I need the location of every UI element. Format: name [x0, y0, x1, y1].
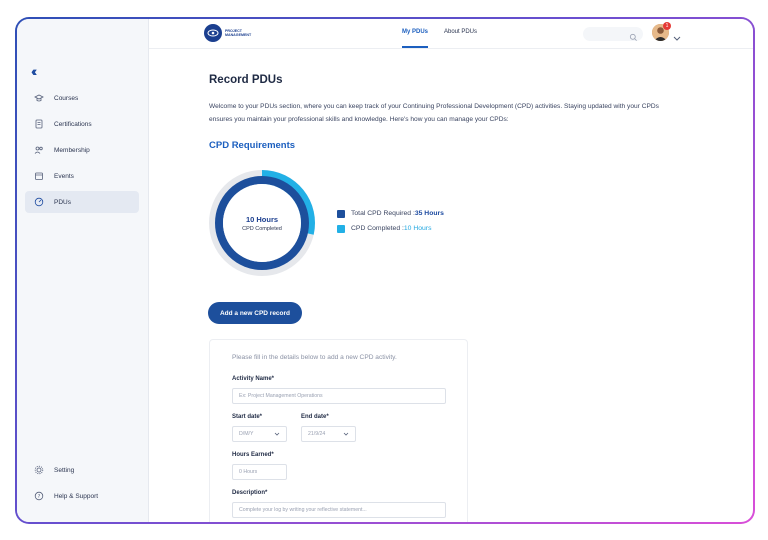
sidebar: ‹‹ Courses Certifications Membership Eve… — [17, 19, 149, 522]
logo[interactable]: PROJECT MANAGEMENT — [204, 24, 252, 42]
sidebar-item-label: Certifications — [54, 120, 92, 128]
hours-earned-label: Hours Earned* — [232, 452, 274, 458]
certificate-icon — [34, 119, 44, 129]
chevron-down-icon[interactable] — [673, 29, 681, 47]
svg-text:?: ? — [38, 494, 41, 500]
tab-my-pdus[interactable]: My PDUs — [402, 29, 428, 35]
add-cpd-record-button[interactable]: Add a new CPD record — [208, 302, 302, 324]
gauge-icon — [34, 197, 44, 207]
sidebar-item-label: Help & Support — [54, 492, 99, 500]
sidebar-item-events[interactable]: Events — [25, 165, 139, 187]
description-label: Description* — [232, 490, 268, 496]
logo-mark-icon — [204, 24, 222, 42]
legend-completed: CPD Completed : 10 Hours — [337, 221, 444, 236]
search-icon[interactable] — [629, 29, 638, 47]
logo-text: PROJECT MANAGEMENT — [225, 29, 252, 37]
activity-name-placeholder: Ex: Project Management Operations — [239, 393, 323, 399]
sidebar-item-label: Membership — [54, 146, 90, 154]
sidebar-item-setting[interactable]: Setting — [25, 459, 139, 481]
end-date-label: End date* — [301, 414, 329, 420]
calendar-icon — [34, 171, 44, 181]
start-date-label: Start date* — [232, 414, 263, 420]
hours-earned-placeholder: 0 Hours — [239, 469, 258, 475]
form-intro: Please fill in the details below to add … — [232, 354, 397, 361]
donut-center: 10 Hours CPD Completed — [207, 168, 317, 278]
tab-about-pdus[interactable]: About PDUs — [444, 29, 477, 35]
hours-earned-input[interactable]: 0 Hours — [232, 464, 287, 480]
activity-name-input[interactable]: Ex: Project Management Operations — [232, 388, 446, 404]
chart-legend: Total CPD Required : 35 Hours CPD Comple… — [337, 206, 444, 236]
top-bar: PROJECT MANAGEMENT My PDUs About PDUs 1 — [149, 19, 753, 49]
sidebar-item-membership[interactable]: Membership — [25, 139, 139, 161]
sidebar-item-pdus[interactable]: PDUs — [25, 191, 139, 213]
help-icon: ? — [34, 491, 44, 501]
end-date-value: 21/9/24 — [308, 431, 326, 437]
search-input[interactable] — [583, 27, 643, 41]
collapse-sidebar-icon[interactable]: ‹‹ — [31, 63, 38, 79]
sidebar-item-help[interactable]: ? Help & Support — [25, 485, 139, 507]
donut-label: CPD Completed — [242, 225, 282, 232]
sidebar-item-label: Setting — [54, 466, 75, 474]
sidebar-item-certifications[interactable]: Certifications — [25, 113, 139, 135]
activity-name-label: Activity Name* — [232, 376, 275, 382]
gear-icon — [34, 465, 44, 475]
description-input[interactable]: Complete your log by writing your reflec… — [232, 502, 446, 518]
sidebar-item-label: Events — [54, 172, 74, 180]
legend-swatch-total — [337, 209, 345, 218]
notification-badge: 1 — [663, 22, 671, 30]
chevron-down-icon — [343, 432, 349, 439]
legend-completed-value: 10 Hours — [403, 225, 432, 232]
legend-total-label: Total CPD Required : — [351, 210, 415, 217]
page-title: Record PDUs — [209, 74, 283, 86]
active-tab-indicator — [402, 46, 428, 48]
cpd-form: Please fill in the details below to add … — [209, 339, 468, 522]
membership-icon — [34, 145, 44, 155]
app-window: ‹‹ Courses Certifications Membership Eve… — [17, 19, 753, 522]
intro-text: Welcome to your PDUs section, where you … — [209, 103, 659, 123]
legend-completed-label: CPD Completed : — [351, 225, 404, 232]
main-content: Record PDUs Welcome to your PDUs section… — [149, 49, 753, 522]
window-frame: ‹‹ Courses Certifications Membership Eve… — [15, 17, 755, 524]
cpd-requirements-heading: CPD Requirements — [209, 140, 296, 151]
start-date-value: D/M/Y — [239, 431, 254, 437]
sidebar-item-label: Courses — [54, 94, 79, 102]
legend-swatch-completed — [337, 224, 345, 233]
sidebar-item-label: PDUs — [54, 198, 71, 206]
legend-total: Total CPD Required : 35 Hours — [337, 206, 444, 221]
donut-value: 10 Hours — [245, 214, 279, 224]
graduation-cap-icon — [34, 93, 44, 103]
chevron-down-icon — [274, 432, 280, 439]
end-date-select[interactable]: 21/9/24 — [301, 426, 356, 442]
start-date-select[interactable]: D/M/Y — [232, 426, 287, 442]
legend-total-value: 35 Hours — [414, 210, 444, 217]
description-placeholder: Complete your log by writing your reflec… — [239, 507, 367, 513]
sidebar-item-courses[interactable]: Courses — [25, 87, 139, 109]
